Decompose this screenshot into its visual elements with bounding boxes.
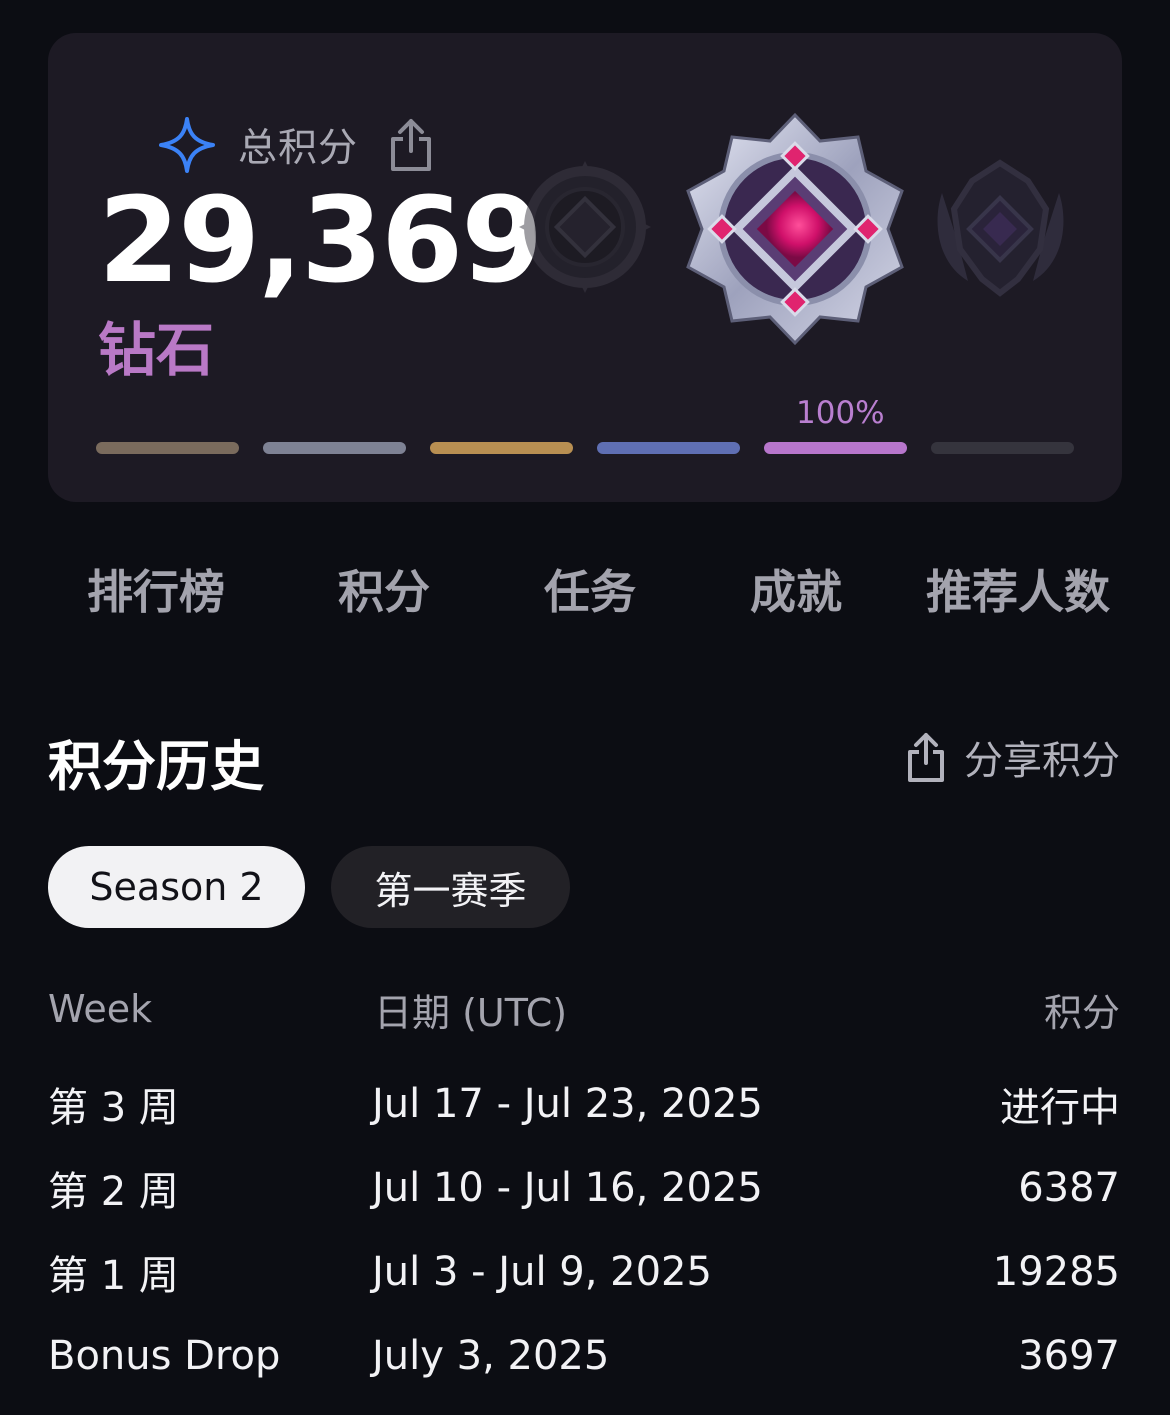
table-header: Week 日期 (UTC) 积分 (48, 978, 1120, 1040)
table-row: 第 2 周 Jul 10 - Jul 16, 2025 6387 (48, 1146, 1120, 1230)
tier-bar-1 (96, 442, 239, 454)
diamond-tier-badge-icon (686, 112, 904, 346)
row-points: 6387 (1018, 1165, 1120, 1211)
column-header-week: Week (48, 987, 153, 1031)
rank-name: 钻石 (98, 316, 215, 384)
tab-achievements[interactable]: 成就 (706, 538, 886, 640)
column-header-points: 积分 (1043, 990, 1120, 1035)
tier-bar-2 (263, 442, 406, 454)
row-date: Jul 3 - Jul 9, 2025 (372, 1249, 712, 1295)
points-history-table: Week 日期 (UTC) 积分 第 3 周 Jul 17 - Jul 23, … (48, 978, 1120, 1398)
tier-progress-bars (96, 442, 1074, 454)
row-date: Jul 17 - Jul 23, 2025 (372, 1081, 763, 1127)
tab-points[interactable]: 积分 (294, 538, 474, 640)
points-card-header: 总积分 (158, 115, 434, 175)
row-week: 第 3 周 (48, 1085, 179, 1131)
row-points: 19285 (992, 1249, 1120, 1295)
total-points-label: 总积分 (238, 126, 359, 171)
table-row: 第 1 周 Jul 3 - Jul 9, 2025 19285 (48, 1230, 1120, 1314)
column-header-date: 日期 (UTC) (374, 990, 568, 1035)
share-icon[interactable] (388, 117, 434, 173)
table-row: Bonus Drop July 3, 2025 3697 (48, 1314, 1120, 1398)
tab-bar: 排行榜 积分 任务 成就 推荐人数 (48, 538, 1156, 640)
previous-tier-badge-icon (519, 161, 651, 293)
points-card: 总积分 29,369 钻石 100% (48, 33, 1122, 502)
row-points: 进行中 (1000, 1085, 1120, 1131)
total-points-value: 29,369 (98, 171, 543, 309)
row-week: 第 2 周 (48, 1169, 179, 1215)
row-week: 第 1 周 (48, 1253, 179, 1299)
tab-leaderboard[interactable]: 排行榜 (48, 538, 264, 640)
tab-referrals[interactable]: 推荐人数 (886, 538, 1156, 640)
sparkle-icon (159, 117, 215, 173)
share-points-label: 分享积分 (963, 739, 1120, 784)
tab-tasks[interactable]: 任务 (500, 538, 680, 640)
row-points: 3697 (1018, 1333, 1120, 1379)
row-date: July 3, 2025 (372, 1333, 610, 1379)
tier-bar-4 (597, 442, 740, 454)
table-row: 第 3 周 Jul 17 - Jul 23, 2025 进行中 (48, 1062, 1120, 1146)
tier-bar-5 (764, 442, 907, 454)
row-date: Jul 10 - Jul 16, 2025 (372, 1165, 763, 1211)
season-chip-season-1[interactable]: 第一赛季 (331, 846, 570, 928)
season-chip-season-2[interactable]: Season 2 (48, 846, 305, 928)
share-icon (907, 733, 944, 782)
share-points-button[interactable]: 分享积分 (906, 726, 1120, 790)
tier-progress-label: 100% (796, 395, 885, 431)
points-history-title: 积分历史 (48, 735, 264, 798)
tier-bar-3 (430, 442, 573, 454)
tier-bar-6 (931, 442, 1074, 454)
row-week: Bonus Drop (48, 1333, 281, 1379)
next-tier-badge-icon (937, 159, 1064, 297)
season-selector: Season 2 第一赛季 (48, 846, 570, 928)
